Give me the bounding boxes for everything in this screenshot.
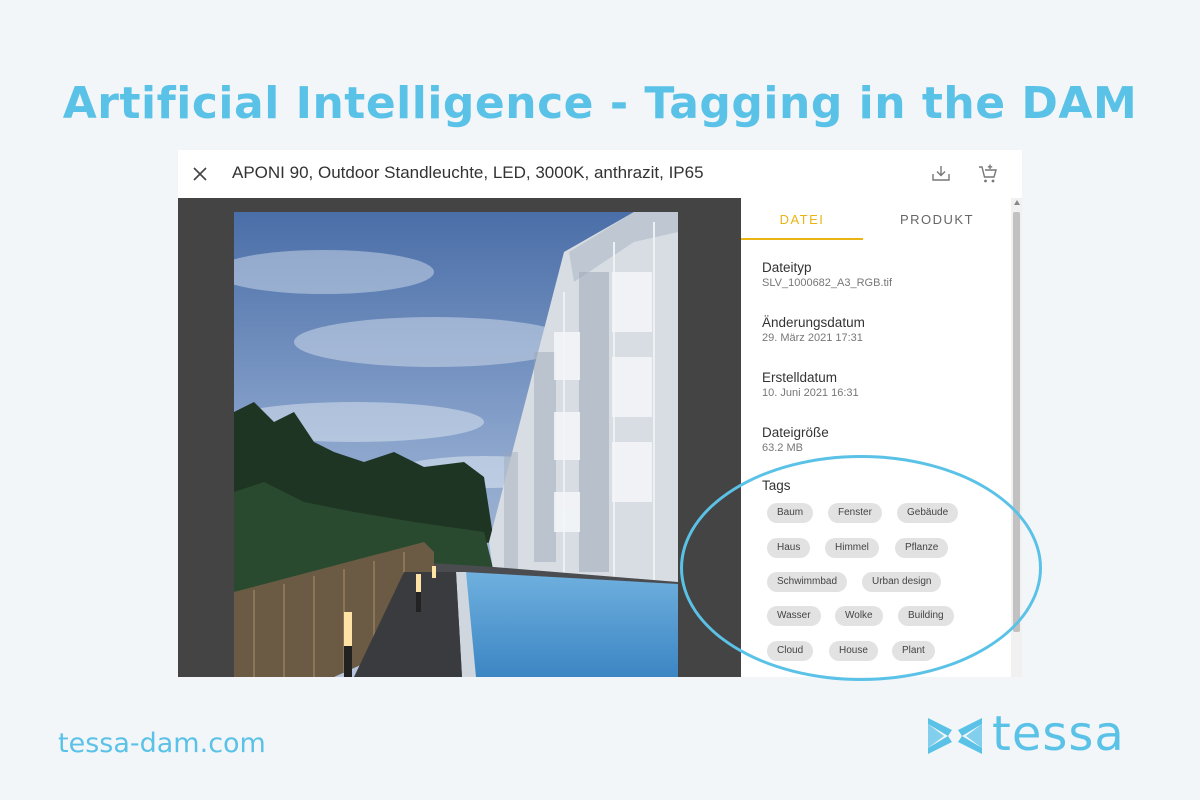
tag-chip[interactable]: Schwimmbad: [767, 572, 848, 592]
tessa-logo: tessa: [926, 706, 1156, 762]
tag-chip[interactable]: Baum: [767, 503, 814, 523]
field-dateityp: Dateityp SLV_1000682_A3_RGB.tif: [762, 260, 892, 289]
tessa-logo-mark-icon: [928, 718, 982, 754]
headline: Artificial Intelligence - Tagging in the…: [62, 78, 1138, 129]
tags-label: Tags: [762, 478, 791, 493]
tag-chip[interactable]: Haus: [767, 538, 811, 558]
tag-chip[interactable]: Plant: [892, 641, 935, 661]
scroll-up-arrow-icon[interactable]: [1014, 200, 1020, 205]
field-value: 63.2 MB: [762, 442, 803, 454]
tag-chip[interactable]: Fenster: [828, 503, 882, 523]
scrollbar-thumb[interactable]: [1013, 212, 1020, 632]
field-value: SLV_1000682_A3_RGB.tif: [762, 277, 893, 289]
field-value: 10. Juni 2021 16:31: [762, 387, 859, 399]
field-dateigroesse: Dateigröße 63.2 MB: [762, 425, 829, 454]
asset-photo[interactable]: [234, 212, 678, 677]
asset-detail-modal: APONI 90, Outdoor Standleuchte, LED, 300…: [178, 150, 1022, 677]
tag-chip[interactable]: Himmel: [825, 538, 879, 558]
tab-produkt[interactable]: PRODUKT: [863, 198, 1011, 238]
field-label: Dateigröße: [762, 425, 829, 440]
field-value: 29. März 2021 17:31: [762, 332, 863, 344]
tag-chip[interactable]: Urban design: [862, 572, 942, 592]
field-label: Dateityp: [762, 260, 812, 275]
field-aenderungsdatum: Änderungsdatum 29. März 2021 17:31: [762, 315, 865, 344]
tag-chip[interactable]: Gebäude: [897, 503, 959, 523]
tag-chip[interactable]: Wasser: [767, 606, 821, 626]
tag-chip[interactable]: Pflanze: [895, 538, 949, 558]
tag-chip[interactable]: Cloud: [767, 641, 814, 661]
download-icon[interactable]: [927, 160, 955, 188]
field-label: Erstelldatum: [762, 370, 838, 385]
file-info-panel: DATEI PRODUKT Dateityp SLV_1000682_A3_RG…: [741, 198, 1022, 677]
tag-chip[interactable]: Wolke: [835, 606, 883, 626]
modal-header: APONI 90, Outdoor Standleuchte, LED, 300…: [178, 150, 1022, 199]
field-erstelldatum: Erstelldatum 10. Juni 2021 16:31: [762, 370, 859, 399]
cart-add-icon[interactable]: [974, 160, 1002, 188]
close-icon[interactable]: [186, 160, 214, 188]
tag-chip[interactable]: House: [829, 641, 878, 661]
tag-chip[interactable]: Building: [898, 606, 954, 626]
tab-datei[interactable]: DATEI: [741, 198, 863, 240]
modal-title: APONI 90, Outdoor Standleuchte, LED, 300…: [232, 163, 704, 182]
footer-url: tessa-dam.com: [58, 728, 266, 759]
image-preview-area: [178, 198, 741, 677]
field-label: Änderungsdatum: [762, 315, 865, 330]
logo-wordmark: tessa: [992, 706, 1125, 762]
panel-tabs: DATEI PRODUKT: [741, 198, 1011, 240]
